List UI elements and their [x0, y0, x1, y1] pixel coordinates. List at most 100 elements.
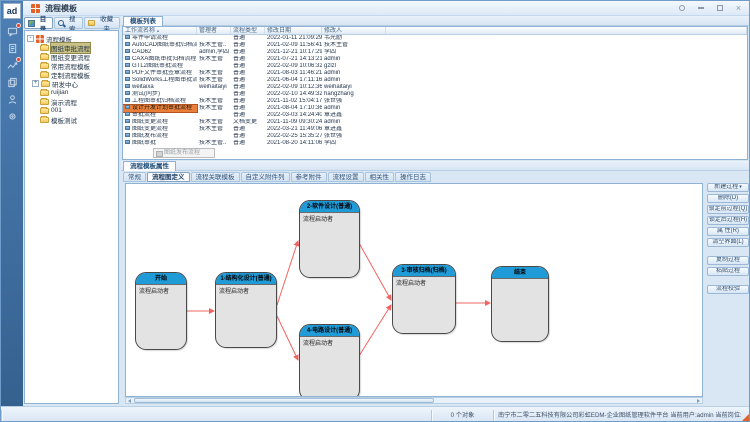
flow-node-step1[interactable]: 1-结构化设计(普通)流程启动者 — [215, 272, 277, 348]
minimize-icon — [698, 7, 704, 9]
column-header-0[interactable]: 工作流名称▲ — [123, 27, 197, 34]
table-row[interactable]: GTL2图纸审批流程普通2022-02-09 10:06:32gzlzl — [123, 63, 747, 70]
table-row[interactable]: CAXA图纸审批归档流程技术主管普通2021-07-21 14:13:21adm… — [123, 56, 747, 63]
sidebar-tab-0[interactable]: 目录 — [24, 17, 53, 29]
table-row[interactable]: 图纸变更流程技术主管普通2022-03-21 11:49:06覃进鑫 — [123, 126, 747, 133]
node-participant-label: 流程启动者 — [136, 285, 186, 296]
props-tab-0[interactable]: 常规 — [123, 172, 146, 182]
table-row[interactable]: 设计开发计划审批流程技术主管普通2021-08-04 17:10:36admin — [123, 105, 747, 112]
scroll-left-arrow[interactable] — [126, 397, 133, 404]
cell-modifier: 李四 — [322, 49, 386, 56]
tree-item-label: ruijian — [51, 89, 68, 96]
status-bar: 0 个对象 南宁市二零二五科技有限公司彩虹EDM-企业图纸管理软件平台 当前用户… — [1, 406, 750, 422]
props-tab-6[interactable]: 相关性 — [365, 172, 395, 182]
horizontal-scrollbar[interactable] — [125, 397, 703, 404]
flowchart-canvas[interactable]: 开始流程启动者 1-结构化设计(普通)流程启动者 2-软件设计(普通)流程启动者 4-… — [125, 183, 703, 397]
table-row[interactable]: 图纸变更流程技术主管文档变更2021-11-09 09:30:24admin — [123, 119, 747, 126]
cell-workflow-name: 工程图审批归档流程 — [123, 98, 197, 105]
resize-grip-icon[interactable] — [741, 414, 749, 422]
document-icon[interactable] — [1, 40, 23, 57]
cell-filler — [386, 105, 747, 112]
cell-date: 2022-01-11 21:09:29 — [265, 35, 322, 42]
folder-icon — [40, 99, 49, 105]
cell-modifier: admin — [322, 105, 386, 112]
sidebar-tab-2[interactable]: 收藏夹 — [84, 17, 120, 29]
table-row[interactable]: 审批流程普通2022-03-03 14:24:40覃进鑫 — [123, 112, 747, 119]
cell-manager: 技术主管 — [197, 77, 231, 84]
props-tab-7[interactable]: 操作日志 — [395, 172, 431, 182]
tree-item-label: 001 — [51, 107, 62, 114]
node-title: 4-电路设计(普通) — [300, 325, 359, 337]
props-tab-4[interactable]: 参考附件 — [291, 172, 327, 182]
cell-date: 2022-02-10 14:49:32 — [265, 91, 322, 98]
props-tab-2[interactable]: 流程关联模板 — [191, 172, 240, 182]
contacts-icon[interactable] — [1, 91, 23, 108]
properties-panel: 流程模板属性 常规流程图定义流程关联模板自定义附件列参考附件流程设置相关性操作日… — [121, 161, 749, 406]
action-button-2-0[interactable]: 流程校验 — [707, 285, 749, 294]
close-button[interactable]: × — [733, 3, 744, 14]
scroll-right-arrow[interactable] — [695, 397, 702, 404]
gear-icon[interactable] — [1, 108, 23, 125]
table-row[interactable]: CAD62admin,李四普通2021-12-21 10:17:29李四 — [123, 49, 747, 56]
flow-node-step2[interactable]: 2-软件设计(普通)流程启动者 — [299, 200, 360, 278]
expand-icon[interactable]: + — [32, 80, 39, 87]
cell-manager: 技术主管 — [197, 126, 231, 133]
table-row[interactable]: PDF文件审批签章流程技术主管普通2021-08-03 11:46:21admi… — [123, 70, 747, 77]
table-row[interactable]: 工程图审批归档流程技术主管普通2021-11-02 15:04:17张世强 — [123, 98, 747, 105]
user-avatar[interactable]: ad — [3, 3, 21, 19]
workflow-icon — [125, 42, 130, 46]
column-header-1[interactable]: 管理者 — [197, 27, 231, 34]
maximize-button[interactable] — [714, 3, 725, 14]
props-tab-5[interactable]: 流程设置 — [328, 172, 364, 182]
cell-date: 2021-08-20 14:11:06 — [265, 140, 322, 147]
action-button-0-3[interactable]: 锁定后过程(H) — [707, 216, 749, 225]
action-button-0-0[interactable]: 新建过程▾ — [707, 183, 749, 192]
action-button-0-5[interactable]: 清空界面(L) — [707, 238, 749, 247]
collapse-icon[interactable]: - — [27, 35, 34, 42]
column-header-filler — [386, 27, 747, 34]
settings-button[interactable] — [676, 3, 687, 14]
action-button-0-2[interactable]: 锁定前过程(Q) — [707, 205, 749, 214]
table-row[interactable]: weitaixaweihaitaiyi普通2022-02-09 10:12:36… — [123, 84, 747, 91]
scrollbar-thumb[interactable] — [134, 398, 434, 403]
table-row[interactable]: 图纸审批技术主管..普通2021-08-20 14:11:06李四 — [123, 140, 747, 147]
column-header-3[interactable]: 修改日期 — [265, 27, 322, 34]
folder-icon — [40, 108, 49, 114]
flow-node-step4[interactable]: 4-电路设计(普通)流程启动者 — [299, 324, 360, 397]
copy-icon[interactable] — [1, 74, 23, 91]
status-spacer — [1, 410, 431, 421]
table-row[interactable]: 图纸发布流程普通2022-02-25 15:35:27张世强 — [123, 133, 747, 140]
action-button-0-1[interactable]: 删除(D) — [707, 194, 749, 203]
sort-ascending-icon: ▲ — [156, 28, 160, 33]
minimize-button[interactable] — [695, 3, 706, 14]
flow-node-start[interactable]: 开始流程启动者 — [135, 272, 187, 350]
table-row[interactable]: 零件申请流程普通2022-01-11 21:09:29韦光励 — [123, 35, 747, 42]
table-row[interactable]: AutoCAD图纸审批归档流程技术主管..普通2021-02-09 11:56:… — [123, 42, 747, 49]
flow-node-end[interactable]: 结束 — [491, 266, 549, 342]
tree-item-8[interactable]: 模板测试 — [27, 115, 116, 124]
tree-item-6[interactable]: 演示流程 — [27, 97, 116, 106]
activity-icon[interactable] — [1, 57, 23, 74]
workflow-icon — [125, 35, 130, 39]
node-participant-label: 流程启动者 — [300, 337, 359, 348]
action-button-1-0[interactable]: 复制过程 — [707, 256, 749, 265]
cell-manager: 技术主管 — [197, 56, 231, 63]
sidebar-tab-1[interactable]: 搜索 — [54, 17, 82, 29]
flow-node-step3[interactable]: 3-审核归档(归档)流程启动者 — [392, 264, 456, 334]
column-header-4[interactable]: 修改人 — [322, 27, 386, 34]
workflow-icon — [125, 105, 130, 109]
window-title: 流程模板 — [45, 3, 77, 14]
status-info: 南宁市二零二五科技有限公司彩虹EDM-企业图纸管理软件平台 当前用户:admin… — [493, 410, 741, 421]
cell-date: 2022-03-21 11:49:06 — [265, 126, 322, 133]
tree-item-4[interactable]: + 研发中心 — [27, 79, 116, 88]
chat-icon[interactable] — [1, 23, 23, 40]
action-button-1-1[interactable]: 粘贴过程 — [707, 267, 749, 276]
table-row[interactable]: SolidWorks工程图审批流程技术主管普通2021-06-04 17:11:… — [123, 77, 747, 84]
table-row[interactable]: 测试(同步)普通2022-02-10 14:49:32hangzhang — [123, 91, 747, 98]
tree-item-label: 研发中心 — [52, 79, 78, 89]
action-button-0-4[interactable]: 属 性(R) — [707, 227, 749, 236]
props-tab-1[interactable]: 流程图定义 — [147, 172, 190, 182]
props-tab-3[interactable]: 自定义附件列 — [241, 172, 290, 182]
column-header-2[interactable]: 流程类型 — [231, 27, 265, 34]
cell-filler — [386, 98, 747, 105]
